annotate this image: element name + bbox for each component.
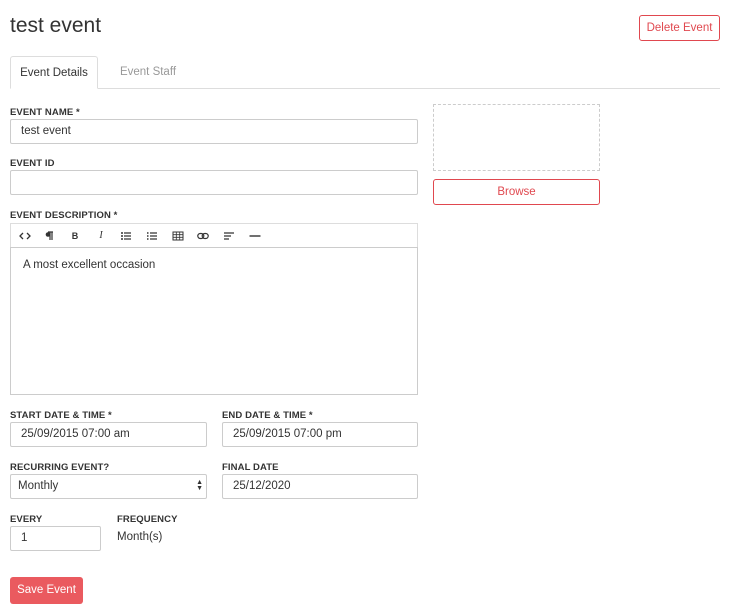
recurring-label: RECURRING EVENT? (10, 462, 110, 473)
end-datetime-label: END DATE & TIME * (222, 410, 313, 421)
event-id-label: EVENT ID (10, 158, 55, 169)
table-icon[interactable] (170, 224, 186, 248)
tab-event-staff[interactable]: Event Staff (98, 56, 198, 89)
final-date-label: FINAL DATE (222, 462, 279, 473)
every-label: EVERY (10, 514, 43, 525)
event-description-editor[interactable]: A most excellent occasion (10, 247, 418, 395)
bullet-list-icon[interactable] (118, 224, 134, 248)
link-icon[interactable] (195, 224, 211, 248)
start-datetime-label: START DATE & TIME * (10, 410, 112, 421)
horizontal-rule-icon[interactable] (247, 224, 263, 248)
end-datetime-input[interactable]: 25/09/2015 07:00 pm (222, 422, 418, 447)
italic-icon[interactable]: I (93, 224, 109, 248)
start-datetime-input[interactable]: 25/09/2015 07:00 am (10, 422, 207, 447)
align-icon[interactable] (221, 224, 237, 248)
final-date-input[interactable]: 25/12/2020 (222, 474, 418, 499)
recurring-select[interactable]: Monthly ▲ ▼ (10, 474, 207, 499)
event-description-label: EVENT DESCRIPTION * (10, 210, 118, 221)
editor-toolbar: B I (10, 223, 418, 247)
every-input[interactable]: 1 (10, 526, 101, 551)
frequency-value: Month(s) (117, 531, 163, 543)
image-preview (433, 104, 600, 171)
event-name-label: EVENT NAME * (10, 107, 80, 118)
recurring-select-value: Monthly (18, 480, 59, 492)
tab-bar: Event Details Event Staff (10, 56, 720, 89)
event-name-input[interactable]: test event (10, 119, 418, 144)
save-event-button[interactable]: Save Event (10, 577, 83, 604)
paragraph-icon[interactable] (41, 224, 57, 248)
frequency-label: FREQUENCY (117, 514, 178, 525)
select-arrows-icon: ▲ ▼ (196, 479, 203, 492)
browse-button[interactable]: Browse (433, 179, 600, 205)
tab-event-details[interactable]: Event Details (10, 56, 98, 89)
delete-event-button[interactable]: Delete Event (639, 15, 720, 41)
numbered-list-icon[interactable] (144, 224, 160, 248)
code-view-icon[interactable] (17, 224, 33, 248)
bold-icon[interactable]: B (67, 224, 83, 248)
event-id-input[interactable] (10, 170, 418, 195)
page-title: test event (10, 14, 102, 37)
